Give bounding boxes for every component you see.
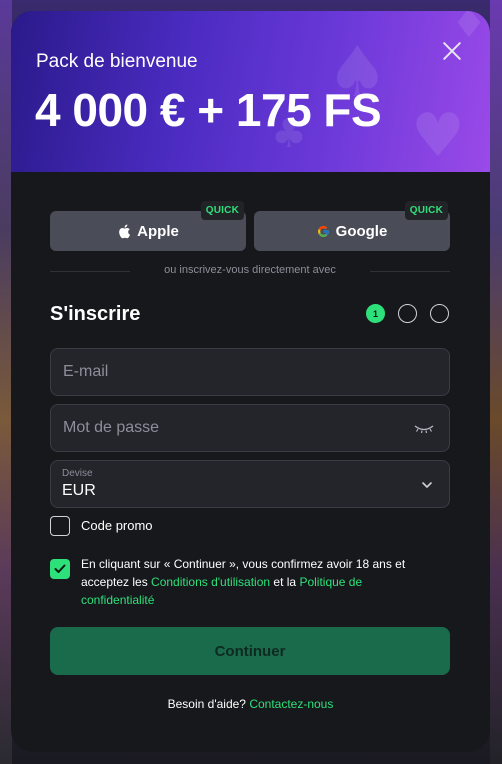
- email-field[interactable]: E-mail: [50, 348, 450, 396]
- currency-select[interactable]: Devise EUR: [50, 460, 450, 508]
- apple-icon: [117, 224, 131, 239]
- terms-mid: et la: [270, 575, 300, 589]
- quick-badge: QUICK: [404, 201, 448, 220]
- contact-us-link[interactable]: Contactez-nous: [249, 697, 333, 711]
- check-icon: [54, 564, 66, 573]
- step-2: [398, 304, 417, 323]
- terms-of-use-link[interactable]: Conditions d'utilisation: [151, 575, 270, 589]
- social-login-row: Apple QUICK Google QUICK: [50, 201, 450, 251]
- help-row: Besoin d'aide? Contactez-nous: [11, 697, 490, 711]
- google-icon: [317, 225, 330, 238]
- step-1: 1: [366, 304, 385, 323]
- step-indicator: 1: [366, 304, 449, 324]
- close-icon[interactable]: [438, 37, 466, 65]
- divider-line-right: [370, 271, 450, 272]
- google-login-button[interactable]: Google QUICK: [254, 201, 450, 251]
- apple-login-button[interactable]: Apple QUICK: [50, 201, 246, 251]
- heart-decoration-icon: ♥: [411, 101, 465, 171]
- chevron-down-icon: [421, 478, 433, 490]
- terms-checkbox[interactable]: [50, 559, 70, 579]
- help-text: Besoin d'aide?: [167, 697, 250, 711]
- divider-text: ou inscrivez-vous directement avec: [164, 264, 336, 276]
- banner-subtitle: Pack de bienvenue: [36, 51, 198, 72]
- banner-headline: 4 000 € + 175 FS: [35, 84, 382, 136]
- currency-label: Devise: [62, 468, 93, 479]
- password-placeholder: Mot de passe: [63, 419, 160, 436]
- form-title: S'inscrire: [50, 303, 141, 325]
- terms-text: En cliquant sur « Continuer », vous conf…: [81, 555, 433, 609]
- continue-button[interactable]: Continuer: [50, 627, 450, 675]
- quick-badge: QUICK: [200, 201, 244, 220]
- password-field[interactable]: Mot de passe: [50, 404, 450, 452]
- terms-row: En cliquant sur « Continuer », vous conf…: [50, 555, 450, 609]
- divider: ou inscrivez-vous directement avec: [50, 264, 450, 278]
- promo-code-checkbox[interactable]: [50, 516, 70, 536]
- welcome-banner: ♠ ♥ ♣ ♦ Pack de bienvenue 4 000 € + 175 …: [11, 11, 490, 172]
- apple-login-label: Apple: [137, 222, 179, 240]
- step-3: [430, 304, 449, 323]
- email-placeholder: E-mail: [63, 363, 109, 380]
- google-login-label: Google: [335, 222, 388, 240]
- currency-value: EUR: [62, 482, 96, 499]
- promo-code-label[interactable]: Code promo: [81, 518, 153, 533]
- background-right: [490, 0, 502, 764]
- signup-modal: ♠ ♥ ♣ ♦ Pack de bienvenue 4 000 € + 175 …: [11, 11, 490, 752]
- promo-code-row: Code promo: [50, 516, 153, 536]
- eye-closed-icon[interactable]: [413, 422, 435, 436]
